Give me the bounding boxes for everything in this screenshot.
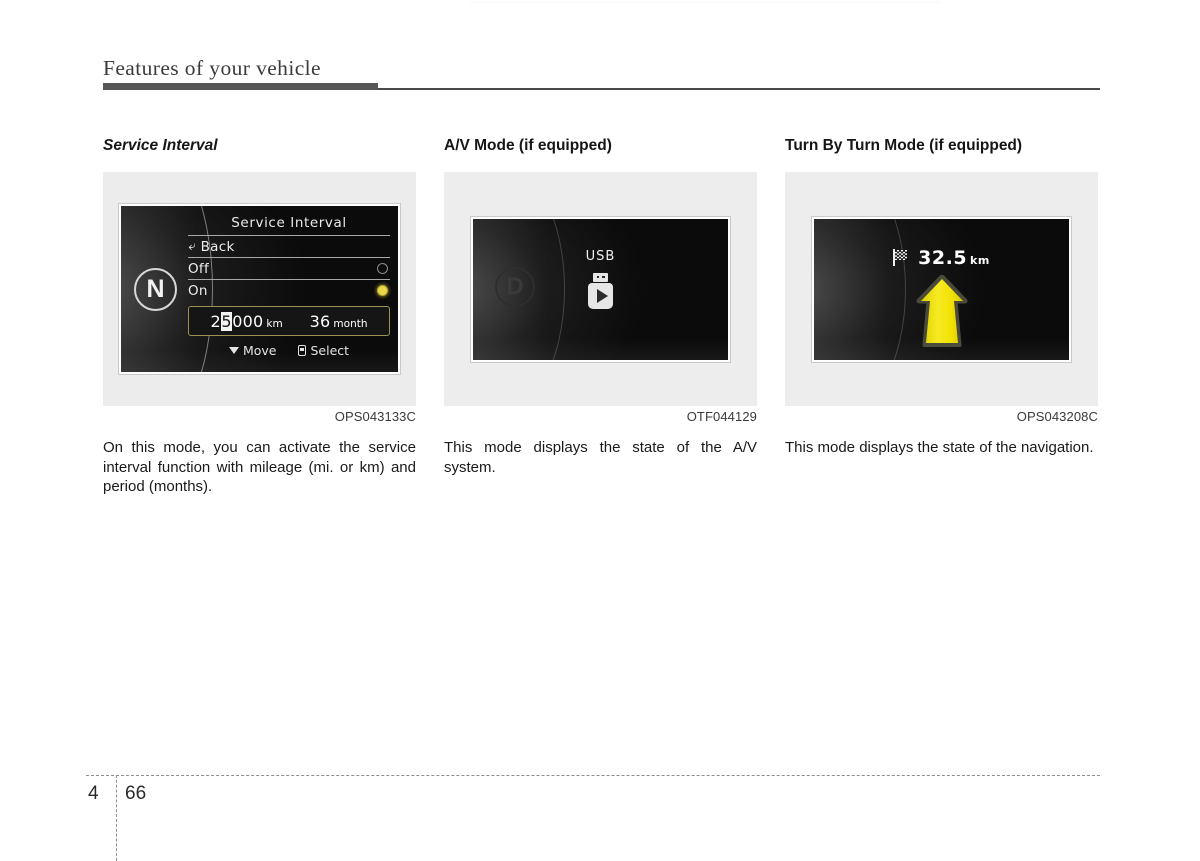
cluster-screen-turn-by-turn: 32.5 km: [812, 216, 1071, 362]
screen-bottom-sheen: [814, 337, 1069, 360]
av-source-display: USB: [473, 249, 728, 309]
section-heading-av-mode: A/V Mode (if equipped): [444, 137, 612, 154]
mileage-suffix: 000: [232, 311, 264, 331]
screen-bottom-sheen: [473, 337, 728, 360]
mileage-unit: km: [266, 317, 283, 330]
figure-code-service-interval: OPS043133C: [334, 409, 416, 424]
header-rule-thick: [103, 83, 378, 90]
menu-item-back[interactable]: ⤷ Back: [188, 236, 390, 257]
usb-connector-part: [593, 272, 608, 282]
figure-av-mode: D USB: [444, 172, 757, 406]
column-av-mode: A/V Mode (if equipped) D USB OTF044129 T…: [444, 136, 757, 497]
footer-horizontal-rule: [86, 775, 1100, 776]
body-text-service-interval: On this mode, you can activate the servi…: [103, 439, 416, 495]
distance-value: 32.5: [918, 246, 968, 269]
period-unit: month: [333, 317, 368, 330]
back-arrow-icon: ⤷: [188, 239, 196, 254]
mileage-selected-digit[interactable]: 5: [220, 311, 233, 331]
flag-cloth-part: [895, 249, 908, 260]
arrow-body-layer: [920, 278, 963, 343]
menu-item-off-label: Off: [188, 260, 210, 277]
straight-ahead-arrow-icon: [913, 274, 971, 347]
distance-unit: km: [970, 253, 990, 267]
page-header: Features of your vehicle: [103, 55, 1100, 91]
usb-body-part: [588, 282, 613, 309]
footer-page-number: 66: [125, 783, 147, 804]
mileage-value[interactable]: 2 5 000 km: [210, 311, 283, 331]
column-turn-by-turn: Turn By Turn Mode (if equipped) 32.5km: [785, 136, 1098, 497]
gear-indicator-letter: N: [146, 275, 165, 303]
navigation-display: 32.5 km: [814, 247, 1069, 347]
body-text-turn-by-turn: This mode displays the state of the navi…: [785, 439, 1094, 456]
destination-distance-row: 32.5 km: [893, 247, 990, 269]
figure-code-av-mode: OTF044129: [686, 409, 757, 424]
radio-off-icon[interactable]: [377, 263, 388, 274]
content-columns: Service Interval N Service Interval ⤷ Ba…: [103, 136, 1098, 497]
header-rule-thin: [378, 88, 1100, 90]
service-interval-menu: Service Interval ⤷ Back Off On 2 5 000 k…: [188, 215, 390, 358]
column-service-interval: Service Interval N Service Interval ⤷ Ba…: [103, 136, 416, 497]
figure-code-turn-by-turn: OPS043208C: [1016, 409, 1098, 424]
footer-chapter-number: 4: [88, 783, 99, 804]
figure-turn-by-turn: 32.5 km: [785, 172, 1098, 406]
cluster-screen-av-mode: D USB: [471, 216, 730, 362]
section-heading-turn-by-turn: Turn By Turn Mode (if equipped): [785, 137, 1023, 154]
body-text-av-mode: This mode displays the state of the A/V …: [444, 439, 757, 476]
mileage-prefix: 2: [210, 311, 221, 331]
checkered-flag-icon: [893, 249, 908, 266]
figure-service-interval: N Service Interval ⤷ Back Off On 2 5 000…: [103, 172, 416, 406]
menu-item-on-label: On: [188, 282, 208, 299]
distance-readout: 32.5 km: [918, 247, 990, 269]
section-heading-service-interval: Service Interval: [103, 137, 218, 154]
gear-indicator-badge: N: [134, 268, 177, 311]
usb-drive-play-icon: [588, 272, 613, 309]
footer-vertical-rule: [116, 775, 117, 861]
menu-item-back-label: Back: [200, 238, 235, 255]
play-triangle-icon: [596, 288, 608, 303]
menu-item-off[interactable]: Off: [188, 258, 390, 279]
menu-title: Service Interval: [231, 215, 347, 231]
service-interval-value-box[interactable]: 2 5 000 km 36 month: [188, 306, 390, 336]
screen-bottom-sheen: [121, 350, 398, 372]
header-rule: [103, 83, 1100, 91]
radio-on-icon[interactable]: [377, 285, 388, 296]
menu-item-on[interactable]: On: [188, 280, 390, 301]
period-number: 36: [309, 311, 331, 331]
period-value[interactable]: 36 month: [310, 312, 368, 331]
av-source-label: USB: [585, 248, 616, 264]
page-title: Features of your vehicle: [103, 56, 321, 80]
cluster-screen-service-interval: N Service Interval ⤷ Back Off On 2 5 000…: [119, 204, 400, 374]
top-decorative-rule: [470, 1, 940, 3]
